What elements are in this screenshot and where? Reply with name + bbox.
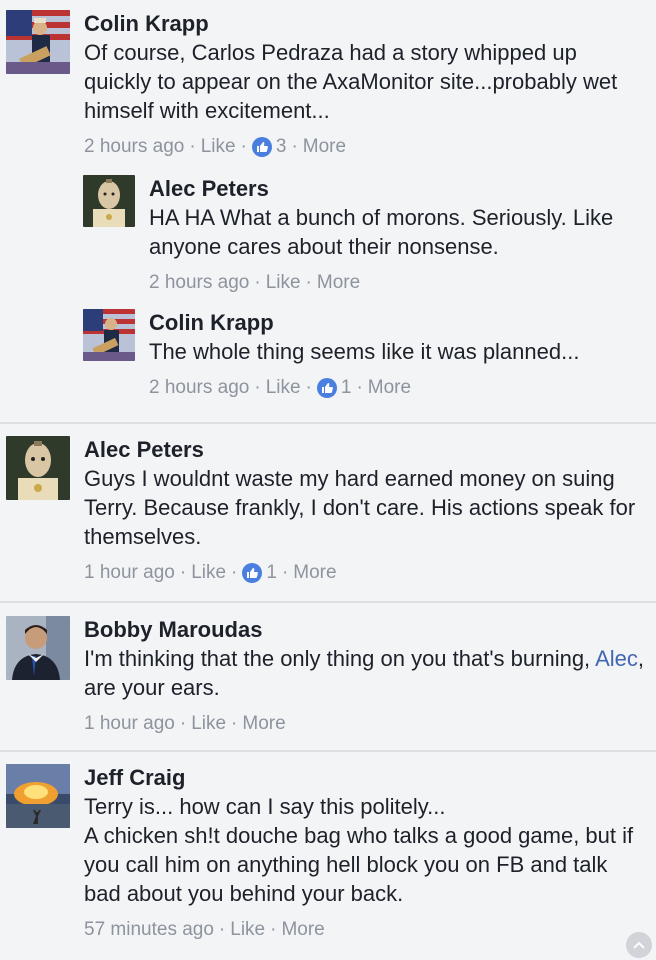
like-link[interactable]: Like: [266, 271, 301, 295]
comment-author[interactable]: Bobby Maroudas: [84, 616, 646, 644]
comment-author[interactable]: Colin Krapp: [84, 10, 646, 38]
comment-text-line: A chicken sh!t douche bag who talks a go…: [84, 823, 634, 906]
thumbs-up-icon[interactable]: [316, 378, 337, 398]
like-link[interactable]: Like: [201, 135, 236, 159]
like-link[interactable]: Like: [191, 712, 226, 736]
comment-text: HA HA What a bunch of morons. Seriously.…: [149, 205, 614, 259]
comment-meta: 2 hours ago · Like · 3 · More: [84, 135, 646, 159]
reply: Colin Krapp The whole thing seems like i…: [83, 309, 643, 400]
like-link[interactable]: Like: [191, 561, 226, 585]
avatar[interactable]: [6, 764, 70, 828]
comment-text: Guys I wouldnt waste my hard earned mone…: [84, 466, 636, 549]
more-link[interactable]: More: [281, 918, 324, 942]
comment-author[interactable]: Alec Peters: [149, 175, 643, 203]
comment-time[interactable]: 2 hours ago: [84, 135, 184, 159]
avatar[interactable]: [83, 175, 135, 227]
separator: ·: [179, 562, 187, 583]
thumbs-up-icon[interactable]: [242, 563, 263, 583]
reply: Alec Peters HA HA What a bunch of morons…: [83, 175, 643, 295]
comment-time[interactable]: 57 minutes ago: [84, 918, 214, 942]
separator: ·: [305, 272, 312, 293]
comment-meta: 2 hours ago · Like · 1 · More: [149, 376, 643, 400]
comment: Colin Krapp Of course, Carlos Pedraza ha…: [6, 10, 646, 159]
comment-text-line: Terry is... how can I say this politely.…: [84, 794, 446, 819]
thumbs-up-icon[interactable]: [251, 137, 272, 157]
more-link[interactable]: More: [293, 561, 336, 585]
comment-author[interactable]: Jeff Craig: [84, 764, 646, 792]
comment: Jeff Craig Terry is... how can I say thi…: [6, 764, 646, 942]
comment-text: I'm thinking that the only thing on you …: [84, 644, 646, 702]
comment-time[interactable]: 1 hour ago: [84, 561, 175, 585]
more-link[interactable]: More: [368, 376, 411, 400]
chevron-up-icon: [633, 936, 645, 954]
separator: ·: [231, 713, 238, 734]
reaction-count[interactable]: 1: [341, 376, 352, 400]
separator: ·: [240, 136, 247, 157]
separator: ·: [231, 562, 238, 583]
divider: [0, 750, 656, 752]
reaction-count[interactable]: 3: [276, 135, 287, 159]
like-link[interactable]: Like: [230, 918, 265, 942]
divider: [0, 422, 656, 424]
comment-text: Terry is... how can I say this politely.…: [84, 792, 646, 908]
comment-meta: 57 minutes ago · Like · More: [84, 918, 646, 942]
separator: ·: [305, 377, 312, 398]
avatar[interactable]: [6, 616, 70, 680]
comment: Bobby Maroudas I'm thinking that the onl…: [6, 616, 646, 736]
separator: ·: [291, 136, 298, 157]
separator: ·: [189, 136, 196, 157]
comment-time[interactable]: 2 hours ago: [149, 376, 249, 400]
scroll-top-button[interactable]: [626, 932, 652, 958]
separator: ·: [254, 377, 261, 398]
comment-author[interactable]: Alec Peters: [84, 436, 646, 464]
comment: Alec Peters Guys I wouldnt waste my hard…: [6, 436, 646, 585]
separator: ·: [270, 919, 277, 940]
comment-time[interactable]: 2 hours ago: [149, 271, 249, 295]
comment-text: The whole thing seems like it was planne…: [149, 339, 580, 364]
comment-text-part: I'm thinking that the only thing on you …: [84, 646, 591, 671]
more-link[interactable]: More: [317, 271, 360, 295]
separator: ·: [254, 272, 261, 293]
avatar[interactable]: [6, 436, 70, 500]
separator: ·: [356, 377, 363, 398]
divider: [0, 601, 656, 603]
separator: ·: [218, 919, 226, 940]
comment-meta: 1 hour ago · Like · 1 · More: [84, 561, 646, 585]
comment-meta: 2 hours ago · Like · More: [149, 271, 643, 295]
comment-meta: 1 hour ago · Like · More: [84, 712, 646, 736]
separator: ·: [179, 713, 187, 734]
like-link[interactable]: Like: [266, 376, 301, 400]
mention-link[interactable]: Alec: [595, 646, 638, 671]
comment-text: Of course, Carlos Pedraza had a story wh…: [84, 40, 618, 123]
reaction-count[interactable]: 1: [266, 561, 277, 585]
more-link[interactable]: More: [242, 712, 285, 736]
avatar[interactable]: [6, 10, 70, 74]
avatar[interactable]: [83, 309, 135, 361]
comment-author[interactable]: Colin Krapp: [149, 309, 643, 337]
comment-time[interactable]: 1 hour ago: [84, 712, 175, 736]
more-link[interactable]: More: [303, 135, 346, 159]
separator: ·: [281, 562, 289, 583]
